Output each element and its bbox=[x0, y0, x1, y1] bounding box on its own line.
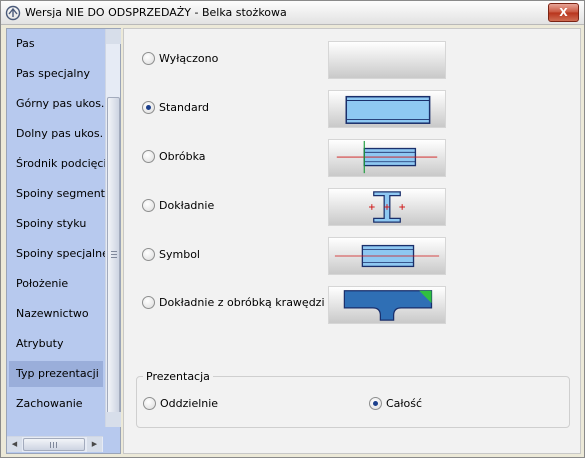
radio-label: Standard bbox=[159, 101, 210, 114]
sidebar-item[interactable]: Górny pas ukos. bbox=[9, 91, 104, 117]
sidebar-item[interactable]: Typ prezentacji bbox=[9, 361, 103, 387]
radio-label: Wyłączono bbox=[159, 52, 219, 65]
radio-button[interactable] bbox=[142, 150, 155, 163]
scroll-left-icon[interactable]: ◀ bbox=[7, 437, 22, 452]
sidebar-item[interactable]: Pas bbox=[9, 31, 103, 57]
title-bar[interactable]: Wersja NIE DO ODSPRZEDAŻY - Belka stożko… bbox=[1, 1, 584, 25]
window-title: Wersja NIE DO ODSPRZEDAŻY - Belka stożko… bbox=[25, 6, 287, 19]
sidebar: Pas Pas specjalny Górny pas ukos. Dolny pas… bbox=[6, 28, 121, 454]
standard-beam-preview bbox=[328, 90, 446, 128]
radio-label: Dokładnie z obróbką krawędzi bbox=[159, 296, 325, 309]
radio-button[interactable] bbox=[142, 199, 155, 212]
app-logo-icon bbox=[5, 5, 21, 21]
close-icon: X bbox=[559, 6, 568, 19]
radio-label: Oddzielnie bbox=[160, 397, 219, 410]
radio-button[interactable] bbox=[369, 397, 382, 410]
symbol-preview bbox=[328, 237, 446, 275]
sidebar-item[interactable]: Nazewnictwo bbox=[9, 301, 103, 327]
scroll-thumb[interactable] bbox=[107, 97, 120, 415]
exact-ibeam-preview bbox=[328, 188, 446, 226]
sidebar-item[interactable]: Spoiny segmentu bbox=[9, 181, 112, 207]
sidebar-item[interactable]: Zachowanie bbox=[9, 391, 103, 417]
groupbox-legend: Prezentacja bbox=[143, 370, 213, 383]
radio-label: Dokładnie bbox=[159, 199, 215, 212]
radio-label: Symbol bbox=[159, 248, 200, 261]
sidebar-vertical-scrollbar[interactable] bbox=[105, 29, 121, 427]
scroll-down-button[interactable] bbox=[106, 412, 121, 427]
sidebar-horizontal-scrollbar[interactable]: ◀ ▶ bbox=[7, 436, 103, 452]
radio-button[interactable] bbox=[142, 52, 155, 65]
radio-button[interactable] bbox=[143, 397, 156, 410]
blank-preview bbox=[328, 41, 446, 79]
scroll-up-button[interactable] bbox=[106, 29, 121, 44]
radio-button[interactable] bbox=[142, 248, 155, 261]
sidebar-item[interactable]: Środnik podcięcia bbox=[9, 151, 113, 177]
sidebar-item[interactable]: Pas specjalny bbox=[9, 61, 103, 87]
scroll-right-icon[interactable]: ▶ bbox=[87, 437, 102, 452]
sidebar-list: Pas Pas specjalny Górny pas ukos. Dolny pas… bbox=[7, 29, 113, 427]
close-button[interactable]: X bbox=[548, 3, 579, 22]
sidebar-item[interactable]: Dolny pas ukos. bbox=[9, 121, 103, 147]
radio-button[interactable] bbox=[142, 296, 155, 309]
dialog-window: Wersja NIE DO ODSPRZEDAŻY - Belka stożko… bbox=[0, 0, 585, 458]
sidebar-item[interactable]: Spoiny specjalne bbox=[9, 241, 109, 267]
machining-preview bbox=[328, 139, 446, 177]
horizontal-scroll-thumb[interactable] bbox=[23, 438, 85, 451]
radio-button[interactable] bbox=[142, 101, 155, 114]
radio-label: Całość bbox=[386, 397, 423, 410]
sidebar-item[interactable]: Spoiny styku bbox=[9, 211, 103, 237]
presentation-groupbox: Prezentacja Oddzielnie Całość bbox=[136, 370, 570, 428]
exact-edge-preview bbox=[328, 286, 446, 324]
sidebar-item[interactable]: Położenie bbox=[9, 271, 103, 297]
radio-label: Obróbka bbox=[159, 150, 206, 163]
presentation-panel: Wyłączono Standard Obróbka Dokładnie Symbol D… bbox=[123, 28, 581, 454]
sidebar-item[interactable]: Atrybuty bbox=[9, 331, 103, 357]
